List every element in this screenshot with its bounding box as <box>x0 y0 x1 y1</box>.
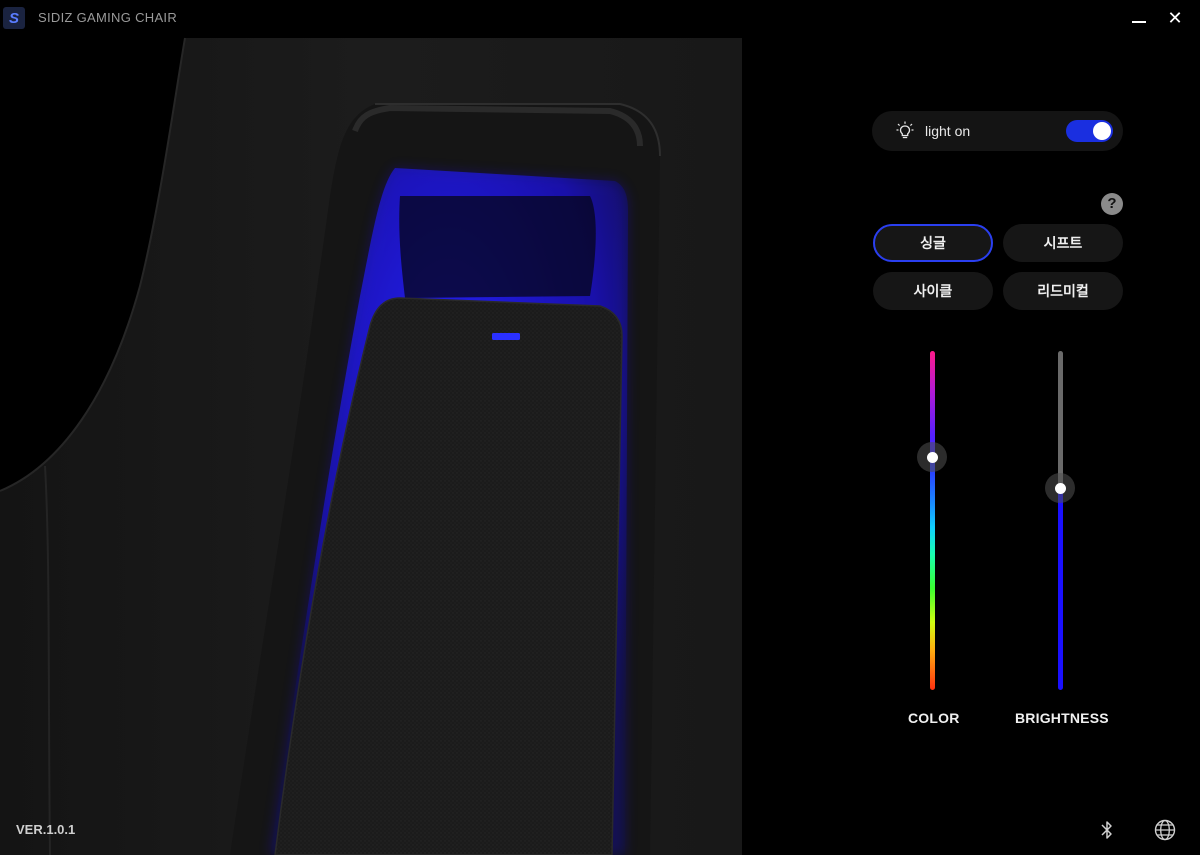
light-toggle-switch[interactable] <box>1066 120 1113 142</box>
mode-button-rhythmical[interactable]: 리드미컬 <box>1003 272 1123 310</box>
version-label: VER.1.0.1 <box>16 822 76 837</box>
title-bar: S SIDIZ GAMING CHAIR ✕ <box>0 0 1200 36</box>
globe-icon[interactable] <box>1154 819 1176 841</box>
close-icon: ✕ <box>1167 7 1183 28</box>
help-button[interactable]: ? <box>1101 193 1123 215</box>
mode-button-single[interactable]: 싱글 <box>873 224 993 262</box>
brightness-slider-track[interactable] <box>1058 351 1063 489</box>
color-slider-knob <box>927 452 938 463</box>
mode-button-cycle[interactable]: 사이클 <box>873 272 993 310</box>
color-slider-handle[interactable] <box>917 442 947 472</box>
bluetooth-icon[interactable] <box>1099 819 1115 841</box>
light-label: light on <box>925 123 971 139</box>
chair-logo-mark <box>492 333 520 340</box>
color-slider-track[interactable] <box>930 351 935 690</box>
brightness-slider-handle[interactable] <box>1045 473 1075 503</box>
brightness-slider-knob <box>1055 483 1066 494</box>
chair-preview <box>0 37 742 855</box>
toggle-knob <box>1093 122 1111 140</box>
light-toggle-row: light on <box>872 111 1123 151</box>
brightness-slider-label: BRIGHTNESS <box>1015 710 1109 726</box>
color-slider-label: COLOR <box>908 710 960 726</box>
lightbulb-icon <box>896 121 914 139</box>
brightness-slider-fill[interactable] <box>1058 489 1063 690</box>
mode-button-shift[interactable]: 시프트 <box>1003 224 1123 262</box>
app-logo: S <box>3 7 25 29</box>
close-button[interactable]: ✕ <box>1162 6 1188 30</box>
minimize-button[interactable] <box>1126 6 1152 30</box>
app-title: SIDIZ GAMING CHAIR <box>38 10 178 25</box>
